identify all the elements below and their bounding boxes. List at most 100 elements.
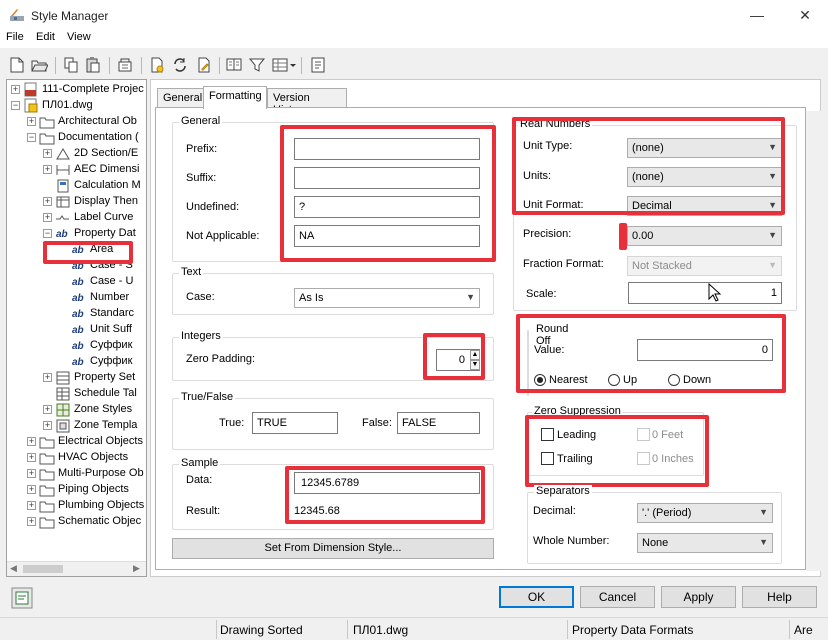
whole-number-select[interactable]: None ▼ bbox=[637, 533, 773, 553]
false-input[interactable]: FALSE bbox=[397, 412, 480, 434]
tree-item[interactable]: + Display Then bbox=[7, 194, 146, 210]
tree-item[interactable]: ab Case - U bbox=[7, 274, 146, 290]
expand-icon[interactable]: + bbox=[43, 405, 52, 414]
tree-item[interactable]: ab Standarc bbox=[7, 306, 146, 322]
view-dropdown-icon[interactable] bbox=[271, 56, 297, 74]
radio-nearest[interactable] bbox=[534, 374, 546, 386]
leading-checkbox[interactable] bbox=[541, 428, 554, 441]
trailing-checkbox[interactable] bbox=[541, 452, 554, 465]
expand-icon[interactable]: + bbox=[27, 117, 36, 126]
sync-icon[interactable] bbox=[171, 56, 189, 74]
tree-item[interactable]: +2D Section/E bbox=[7, 146, 146, 162]
scale-input[interactable]: 1 bbox=[628, 282, 782, 304]
expand-icon[interactable]: + bbox=[43, 421, 52, 430]
open-icon[interactable] bbox=[30, 56, 48, 74]
tree-item[interactable]: + Multi-Purpose Ob bbox=[7, 466, 146, 482]
expand-icon[interactable]: + bbox=[27, 501, 36, 510]
units-select[interactable]: (none) ▼ bbox=[627, 167, 782, 187]
close-button[interactable]: ✕ bbox=[782, 0, 828, 30]
round-off-value-input[interactable]: 0 bbox=[637, 339, 773, 361]
feet-checkbox[interactable] bbox=[637, 428, 650, 441]
expand-icon[interactable]: + bbox=[11, 85, 20, 94]
sample-data-input[interactable]: 12345.6789 bbox=[294, 472, 480, 494]
tree-item[interactable]: + Schematic Objec bbox=[7, 514, 146, 530]
tree-item[interactable]: + Plumbing Objects bbox=[7, 498, 146, 514]
toggle-view-icon[interactable] bbox=[225, 56, 243, 74]
collapse-icon[interactable]: − bbox=[43, 229, 52, 238]
tree-item[interactable]: + HVAC Objects bbox=[7, 450, 146, 466]
expand-icon[interactable]: + bbox=[27, 453, 36, 462]
tree-item[interactable]: + Architectural Ob bbox=[7, 114, 146, 130]
panel-vertical-scrollbar[interactable] bbox=[806, 111, 821, 571]
tree-item[interactable]: − ПЛ01.dwg bbox=[7, 98, 146, 114]
not-applicable-input[interactable]: NA bbox=[294, 225, 480, 247]
suffix-input[interactable] bbox=[294, 167, 480, 189]
tree-item[interactable]: + Label Curve bbox=[7, 210, 146, 226]
tree-horizontal-scrollbar[interactable]: ◀ ▶ bbox=[7, 561, 146, 576]
purge-icon[interactable] bbox=[116, 56, 134, 74]
decimal-separator-select[interactable]: '.' (Period) ▼ bbox=[637, 503, 773, 523]
expand-icon[interactable]: + bbox=[43, 165, 52, 174]
expand-icon[interactable]: + bbox=[43, 373, 52, 382]
tree-item[interactable]: + Electrical Objects bbox=[7, 434, 146, 450]
help-button[interactable]: Help bbox=[742, 586, 817, 608]
tab-general[interactable]: General bbox=[157, 88, 204, 108]
tree-item[interactable]: Schedule Tal bbox=[7, 386, 146, 402]
tree-item[interactable]: + Zone Templa bbox=[7, 418, 146, 434]
tree-item[interactable]: Calculation M bbox=[7, 178, 146, 194]
tree-item[interactable]: ab Суффик bbox=[7, 338, 146, 354]
style-list-icon[interactable] bbox=[309, 56, 327, 74]
tab-formatting[interactable]: Formatting bbox=[203, 86, 267, 109]
cancel-button[interactable]: Cancel bbox=[580, 586, 655, 608]
tab-version-history[interactable]: Version History bbox=[267, 88, 347, 116]
tree-item[interactable]: + Zone Styles bbox=[7, 402, 146, 418]
tree-item[interactable]: − ab Property Dat bbox=[7, 226, 146, 242]
expand-icon[interactable]: + bbox=[43, 213, 52, 222]
case-select[interactable]: As Is ▼ bbox=[294, 288, 480, 308]
new-style-icon[interactable] bbox=[148, 56, 166, 74]
minimize-button[interactable]: — bbox=[734, 0, 780, 30]
menu-edit[interactable]: Edit bbox=[36, 31, 55, 43]
tree-item[interactable]: + Piping Objects bbox=[7, 482, 146, 498]
tree-item[interactable]: ab Unit Suff bbox=[7, 322, 146, 338]
expand-icon[interactable]: + bbox=[27, 517, 36, 526]
tree-item[interactable]: ab Суффик bbox=[7, 354, 146, 370]
ok-button[interactable]: OK bbox=[499, 586, 574, 608]
tree-item[interactable]: + AEC Dimensi bbox=[7, 162, 146, 178]
radio-down[interactable] bbox=[668, 374, 680, 386]
paste-icon[interactable] bbox=[84, 56, 102, 74]
tree-item[interactable]: ab Number bbox=[7, 290, 146, 306]
collapse-icon[interactable]: − bbox=[27, 133, 36, 142]
tree-item[interactable]: ab Case - S bbox=[7, 258, 146, 274]
style-tree[interactable]: +111-Complete Projec − ПЛ01.dwg + Architectu… bbox=[6, 79, 147, 577]
fraction-format-select[interactable]: Not Stacked ▼ bbox=[627, 256, 782, 276]
precision-select[interactable]: 0.00 ▼ bbox=[627, 226, 782, 246]
filter-icon[interactable] bbox=[248, 56, 266, 74]
unit-type-select[interactable]: (none) ▼ bbox=[627, 138, 782, 158]
undefined-input[interactable]: ? bbox=[294, 196, 480, 218]
prefix-input[interactable] bbox=[294, 138, 480, 160]
menu-view[interactable]: View bbox=[67, 31, 91, 43]
style-manager-help-icon[interactable] bbox=[11, 587, 33, 609]
inches-checkbox[interactable] bbox=[637, 452, 650, 465]
tree-item[interactable]: +111-Complete Projec bbox=[7, 82, 146, 98]
collapse-icon[interactable]: − bbox=[11, 101, 20, 110]
true-input[interactable]: TRUE bbox=[252, 412, 338, 434]
expand-icon[interactable]: + bbox=[43, 149, 52, 158]
unit-format-select[interactable]: Decimal ▼ bbox=[627, 196, 782, 216]
expand-icon[interactable]: + bbox=[27, 485, 36, 494]
tree-item[interactable]: ab Area bbox=[7, 242, 146, 258]
radio-up[interactable] bbox=[608, 374, 620, 386]
expand-icon[interactable]: + bbox=[27, 437, 36, 446]
spin-up-icon[interactable]: ▲ bbox=[470, 350, 480, 360]
spin-down-icon[interactable]: ▼ bbox=[470, 360, 480, 370]
copy-icon[interactable] bbox=[62, 56, 80, 74]
expand-icon[interactable]: + bbox=[43, 197, 52, 206]
menu-file[interactable]: File bbox=[6, 31, 24, 43]
edit-style-icon[interactable] bbox=[195, 56, 213, 74]
set-from-dimension-style-button[interactable]: Set From Dimension Style... bbox=[172, 538, 494, 559]
new-icon[interactable] bbox=[8, 56, 26, 74]
expand-icon[interactable]: + bbox=[27, 469, 36, 478]
apply-button[interactable]: Apply bbox=[661, 586, 736, 608]
tree-item[interactable]: + Property Set bbox=[7, 370, 146, 386]
